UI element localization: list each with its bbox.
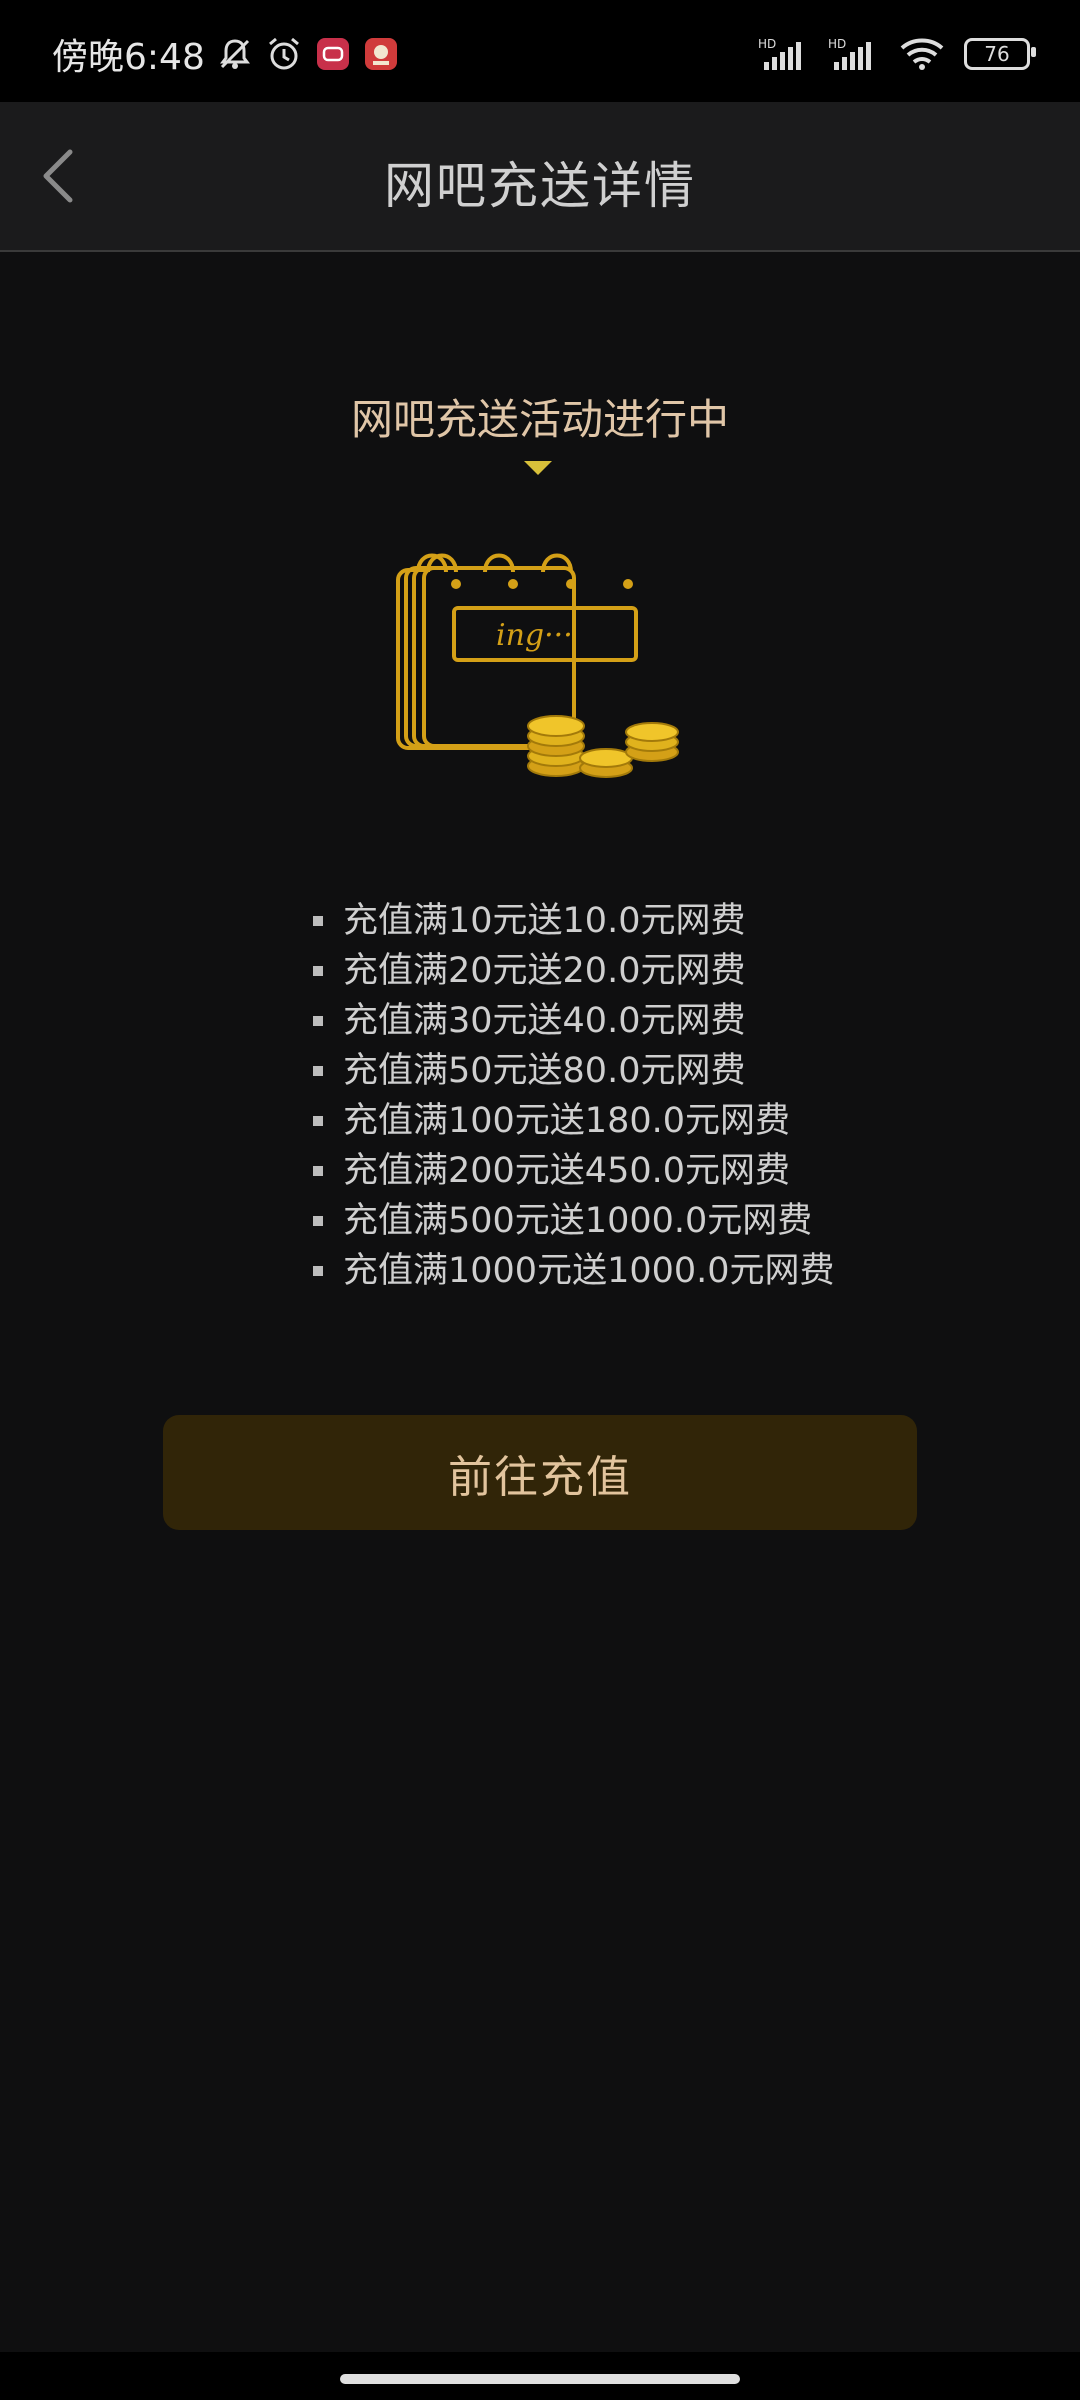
offer-text: 充值满20元送20.0元网费: [343, 951, 746, 991]
app-notification-icon: [363, 36, 399, 72]
offer-text: 充值满200元送450.0元网费: [343, 1151, 791, 1191]
offer-text: 充值满500元送1000.0元网费: [343, 1201, 813, 1241]
bullet: [313, 916, 323, 926]
offer-text: 充值满100元送180.0元网费: [343, 1101, 791, 1141]
signal-hd-icon: HD: [828, 36, 880, 72]
recharge-button[interactable]: 前往充值: [163, 1415, 917, 1530]
list-item: 充值满1000元送1000.0元网费: [313, 1246, 835, 1296]
bullet: [313, 1216, 323, 1226]
status-right: HD HD 76: [758, 36, 1036, 72]
calendar-coins-illustration: ing···: [396, 553, 679, 778]
list-item: 充值满20元送20.0元网费: [313, 946, 835, 996]
battery-icon: 76: [964, 38, 1036, 70]
status-time: 傍晚6:48: [52, 37, 205, 78]
bullet: [313, 1166, 323, 1176]
caret-down-icon: [524, 461, 552, 475]
bullet: [313, 1266, 323, 1276]
status-left: 傍晚6:48: [52, 28, 399, 80]
offer-text: 充值满1000元送1000.0元网费: [343, 1251, 835, 1291]
list-item: 充值满500元送1000.0元网费: [313, 1196, 835, 1246]
battery-level: 76: [984, 42, 1010, 66]
illustration-text: ing···: [496, 618, 573, 653]
home-indicator[interactable]: [340, 2374, 740, 2384]
offer-text: 充值满10元送10.0元网费: [343, 901, 746, 941]
page-title: 网吧充送详情: [384, 157, 696, 215]
list-item: 充值满100元送180.0元网费: [313, 1096, 835, 1146]
signal-hd-label: HD: [828, 37, 846, 51]
app-notification-icon: [315, 36, 351, 72]
promo-heading: 网吧充送活动进行中: [350, 395, 729, 444]
bullet: [313, 1066, 323, 1076]
bell-off-icon: [217, 36, 253, 72]
navigation-bar: [0, 2352, 1080, 2400]
app-bar: 网吧充送详情: [0, 102, 1080, 252]
offer-text: 充值满30元送40.0元网费: [343, 1001, 746, 1041]
bullet: [313, 1116, 323, 1126]
list-item: 充值满50元送80.0元网费: [313, 1046, 835, 1096]
list-item: 充值满30元送40.0元网费: [313, 996, 835, 1046]
bullet: [313, 966, 323, 976]
offer-list: 充值满10元送10.0元网费 充值满20元送20.0元网费 充值满30元送40.…: [313, 896, 835, 1296]
status-bar: 傍晚6:48 HD HD 76: [0, 0, 1080, 102]
list-item: 充值满200元送450.0元网费: [313, 1146, 835, 1196]
signal-hd-icon: HD: [758, 36, 810, 72]
alarm-icon: [265, 35, 303, 73]
offer-text: 充值满50元送80.0元网费: [343, 1051, 746, 1091]
wifi-icon: [898, 36, 946, 72]
signal-hd-label: HD: [758, 37, 776, 51]
list-item: 充值满10元送10.0元网费: [313, 896, 835, 946]
bullet: [313, 1016, 323, 1026]
